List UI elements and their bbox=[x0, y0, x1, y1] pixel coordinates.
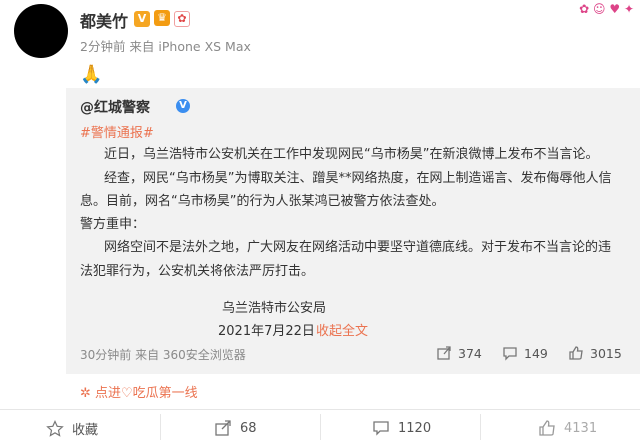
notice-line: 经查，网民“乌市杨昊”为博取关注、蹭昊**网络热度，在网上制造谣言、发布侮辱他人… bbox=[104, 171, 612, 186]
notice-date: 2021年7月22日 bbox=[218, 324, 315, 339]
collect-button[interactable]: 收藏 bbox=[46, 419, 98, 438]
separator bbox=[320, 414, 321, 440]
notice-line: 警方重申： bbox=[80, 217, 146, 232]
gift-icon: ✿ bbox=[174, 11, 190, 27]
bottom-repost-button[interactable]: 68 bbox=[214, 419, 257, 437]
star-icon bbox=[46, 419, 64, 437]
blue-verified-icon: V bbox=[176, 99, 190, 113]
repost-username[interactable]: @红城警察 bbox=[80, 97, 150, 117]
notice-line: 息。目前，网名“乌市杨昊”的行为人张某鸿已被警方依法查处。 bbox=[80, 194, 445, 209]
comment-count-button[interactable]: 149 bbox=[502, 345, 548, 361]
notice-line: 法犯罪行为，公安机关将依法严厉打击。 bbox=[80, 264, 315, 279]
notice-line: 近日，乌兰浩特市公安机关在工作中发现网民“乌市杨昊”在新浪微博上发布不当言论。 bbox=[104, 147, 599, 162]
like-count: 3015 bbox=[590, 345, 622, 361]
repost-meta: 30分钟前 来自 360安全浏览器 bbox=[80, 348, 246, 362]
notice-line: 网络空间不是法外之地，广大网友在网络活动中要坚守道德底线。对于发布不当言论的违 bbox=[104, 240, 612, 255]
comment-count: 149 bbox=[524, 345, 548, 361]
collect-label: 收藏 bbox=[72, 423, 99, 438]
bottom-comment-count: 1120 bbox=[398, 420, 432, 436]
bottom-like-count: 4131 bbox=[564, 420, 598, 436]
comment-icon bbox=[503, 347, 517, 361]
thumbs-up-icon bbox=[569, 346, 583, 360]
notice-signature: 乌兰浩特市公安局 bbox=[222, 301, 327, 316]
bottom-comment-button[interactable]: 1120 bbox=[372, 419, 431, 437]
hashtag-link[interactable]: #警情通报# bbox=[80, 122, 154, 141]
like-count-button[interactable]: 3015 bbox=[568, 345, 622, 361]
decoration-icon: ✿ ☺ ♥ ✦ bbox=[579, 2, 634, 16]
comment-icon bbox=[373, 421, 389, 436]
bottom-like-button[interactable]: 4131 bbox=[538, 419, 597, 437]
crown-icon: ♛ bbox=[154, 10, 170, 26]
author-name[interactable]: 都美竹 bbox=[80, 8, 128, 32]
verified-badge-icon: V bbox=[134, 11, 150, 27]
share-icon bbox=[437, 346, 451, 360]
separator bbox=[160, 414, 161, 440]
collapse-link[interactable]: 收起全文 bbox=[316, 320, 368, 339]
pray-emoji: 🙏 bbox=[80, 64, 103, 85]
post-meta: 2分钟前 来自 iPhone XS Max bbox=[80, 39, 251, 54]
separator bbox=[480, 414, 481, 440]
repost-count: 374 bbox=[458, 345, 482, 361]
divider bbox=[0, 409, 640, 410]
thumbs-up-icon bbox=[539, 420, 555, 436]
flower-icon: ✲ bbox=[80, 386, 96, 401]
avatar[interactable] bbox=[14, 4, 68, 58]
share-icon bbox=[215, 420, 231, 436]
promo-link[interactable]: ✲ 点进♡吃瓜第一线 bbox=[80, 382, 198, 401]
repost-count-button[interactable]: 374 bbox=[436, 345, 482, 361]
promo-text: 点进♡吃瓜第一线 bbox=[95, 386, 198, 401]
bottom-repost-count: 68 bbox=[240, 420, 257, 436]
